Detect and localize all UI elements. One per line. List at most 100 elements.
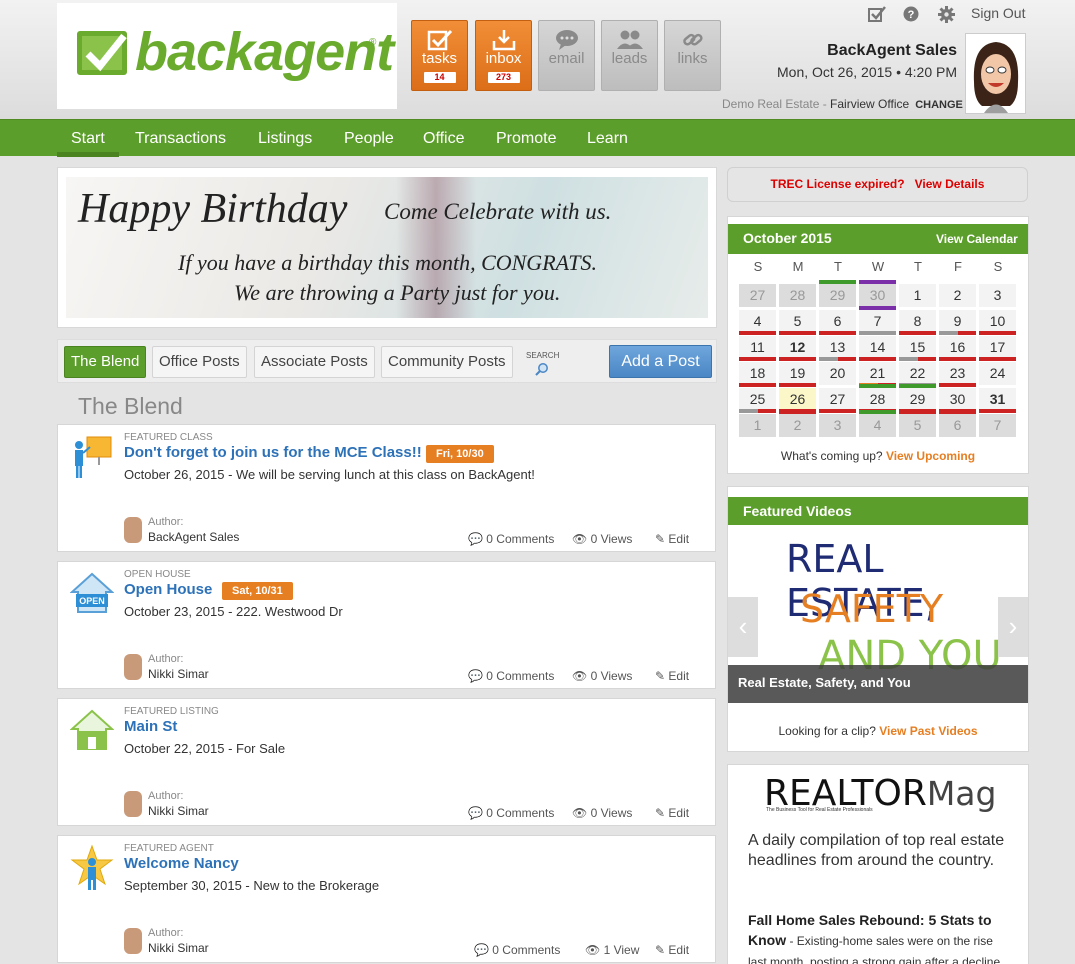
inbox-button[interactable]: inbox 273	[475, 20, 532, 91]
user-avatar[interactable]	[965, 33, 1026, 114]
calendar-day-number: 5	[793, 313, 802, 329]
comments-link[interactable]: 💬 0 Comments	[468, 532, 554, 546]
help-icon[interactable]: ?	[903, 6, 919, 27]
tab-community-posts[interactable]: Community Posts	[381, 346, 513, 378]
trec-details-link[interactable]: View Details	[915, 177, 985, 191]
calendar-day[interactable]: 25	[739, 388, 776, 413]
calendar-day[interactable]: 24	[979, 362, 1016, 385]
view-past-videos-link[interactable]: View Past Videos	[879, 724, 977, 738]
calendar-day[interactable]: 15	[899, 336, 936, 361]
tab-office-posts[interactable]: Office Posts	[152, 346, 247, 378]
email-button[interactable]: email	[538, 20, 595, 91]
realtor-tagline: The Business Tool for Real Estate Profes…	[766, 807, 873, 813]
gear-icon[interactable]	[938, 6, 955, 28]
view-upcoming-link[interactable]: View Upcoming	[886, 449, 975, 463]
calendar-day[interactable]: 26	[779, 388, 816, 413]
comments-link[interactable]: 💬 0 Comments	[474, 943, 560, 957]
calendar-day[interactable]: 20	[819, 362, 856, 385]
calendar-day[interactable]: 30	[939, 388, 976, 413]
calendar-day[interactable]: 8	[899, 310, 936, 335]
author-avatar	[124, 517, 142, 543]
logo[interactable]: backagent ®	[57, 3, 397, 109]
calendar-day[interactable]: 21	[859, 362, 896, 387]
leads-button[interactable]: leads	[601, 20, 658, 91]
calendar-day[interactable]: 6	[819, 310, 856, 335]
calendar-day[interactable]: 1	[899, 284, 936, 307]
edit-link[interactable]: ✎ Edit	[655, 806, 689, 820]
event-indicator-bar	[979, 357, 1016, 361]
search-icon[interactable]	[535, 362, 549, 381]
calendar-day[interactable]: 4	[859, 410, 896, 437]
calendar-day[interactable]: 3	[819, 414, 856, 437]
post-title[interactable]: Open House	[124, 581, 212, 598]
prev-video-button[interactable]: ‹	[728, 597, 758, 657]
backagent-mini-icon[interactable]	[868, 6, 886, 27]
nav-start[interactable]: Start	[71, 130, 105, 148]
calendar-day[interactable]: 3	[979, 284, 1016, 307]
calendar-day[interactable]: 6	[939, 410, 976, 437]
tasks-button[interactable]: tasks 14	[411, 20, 468, 91]
calendar-day[interactable]: 29	[899, 384, 936, 413]
comments-link[interactable]: 💬 0 Comments	[468, 806, 554, 820]
calendar-day[interactable]: 7	[859, 306, 896, 335]
comment-icon: 💬	[468, 806, 483, 820]
event-indicator-bar	[837, 357, 856, 361]
calendar-day[interactable]: 5	[899, 410, 936, 437]
calendar-day[interactable]: 9	[939, 310, 976, 335]
edit-link[interactable]: ✎ Edit	[655, 669, 689, 683]
calendar-day[interactable]: 23	[939, 362, 976, 387]
calendar-day[interactable]: 5	[779, 310, 816, 335]
event-indicator-bar	[859, 306, 896, 310]
edit-link[interactable]: ✎ Edit	[655, 532, 689, 546]
calendar-day[interactable]: 30	[859, 280, 896, 307]
view-calendar-link[interactable]: View Calendar	[936, 232, 1018, 246]
tab-associate-posts[interactable]: Associate Posts	[254, 346, 375, 378]
calendar-day[interactable]: 27	[819, 388, 856, 413]
news-item[interactable]: Fall Home Sales Rebound: 5 Stats to Know…	[748, 910, 1013, 964]
calendar-day[interactable]: 4	[739, 310, 776, 335]
next-video-button[interactable]: ›	[998, 597, 1028, 657]
nav-transactions[interactable]: Transactions	[135, 130, 226, 148]
calendar-day[interactable]: 17	[979, 336, 1016, 361]
calendar-day[interactable]: 22	[899, 362, 936, 387]
calendar-day[interactable]: 1	[739, 414, 776, 437]
calendar-day[interactable]: 13	[819, 336, 856, 361]
nav-promote[interactable]: Promote	[496, 130, 556, 148]
calendar-day[interactable]: 11	[739, 336, 776, 361]
calendar-month: October 2015	[743, 230, 832, 246]
post-title[interactable]: Main St	[124, 718, 177, 735]
links-button[interactable]: links	[664, 20, 721, 91]
calendar-day[interactable]: 19	[779, 362, 816, 387]
calendar-day[interactable]: 18	[739, 362, 776, 387]
calendar-day[interactable]: 2	[779, 410, 816, 437]
calendar-day[interactable]: 12	[779, 336, 816, 361]
video-player[interactable]: REAL ESTATE, SAFETY AND YOU Real Estate,…	[728, 525, 1028, 705]
calendar-day[interactable]: 27	[739, 284, 776, 307]
nav-people[interactable]: People	[344, 130, 394, 148]
change-office-link[interactable]: CHANGE	[915, 99, 963, 111]
birthday-banner[interactable]: Happy Birthday Come Celebrate with us. I…	[66, 177, 708, 318]
calendar-day-number: 19	[789, 365, 806, 381]
sign-out-link[interactable]: Sign Out	[971, 5, 1025, 21]
calendar-day[interactable]: 28	[859, 384, 896, 413]
calendar-day[interactable]: 16	[939, 336, 976, 361]
calendar-day[interactable]: 28	[779, 284, 816, 307]
calendar-day[interactable]: 31	[979, 388, 1016, 413]
calendar-day[interactable]: 14	[859, 336, 896, 361]
tab-the-blend[interactable]: The Blend	[64, 346, 147, 378]
calendar-day[interactable]: 2	[939, 284, 976, 307]
calendar-day[interactable]: 29	[819, 280, 856, 307]
open-house-icon: OPEN	[69, 570, 115, 618]
comments-link[interactable]: 💬 0 Comments	[468, 669, 554, 683]
nav-listings[interactable]: Listings	[258, 130, 312, 148]
nav-office[interactable]: Office	[423, 130, 465, 148]
calendar-day[interactable]: 10	[979, 310, 1016, 335]
event-indicator-bar	[819, 409, 856, 413]
calendar-day[interactable]: 7	[979, 414, 1016, 437]
post-title[interactable]: Welcome Nancy	[124, 855, 239, 872]
add-post-button[interactable]: Add a Post	[609, 345, 712, 378]
nav-learn[interactable]: Learn	[587, 130, 628, 148]
edit-link[interactable]: ✎ Edit	[655, 943, 689, 957]
post-title[interactable]: Don't forget to join us for the MCE Clas…	[124, 444, 422, 461]
edit-label: Edit	[668, 943, 690, 957]
